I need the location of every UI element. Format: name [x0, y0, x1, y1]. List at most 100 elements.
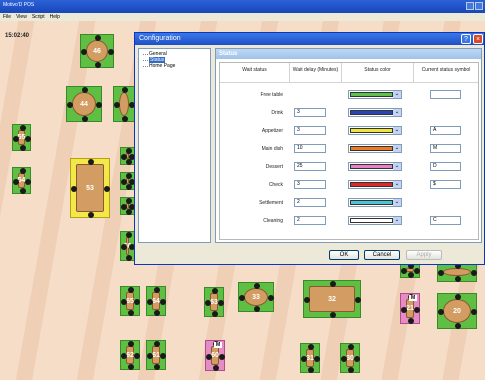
symbol-input[interactable]: M [430, 144, 461, 153]
delay-input[interactable]: 25 [294, 162, 326, 171]
table-53[interactable]: 53 [70, 158, 110, 218]
chair-icon [121, 299, 127, 305]
table-59[interactable] [120, 197, 135, 215]
symbol-input[interactable] [430, 90, 461, 99]
table-20[interactable]: 20 [437, 293, 477, 329]
table-64[interactable]: 64 [146, 286, 166, 316]
symbol-input[interactable]: A [430, 126, 461, 135]
status-label: Dessert [265, 164, 283, 170]
menu-help[interactable]: Help [50, 14, 60, 20]
chevron-down-icon[interactable]: ⌄ [393, 145, 401, 152]
table-46[interactable]: 46 [80, 34, 114, 68]
chair-icon [121, 244, 127, 250]
window-controls [466, 2, 483, 10]
chair-icon [154, 287, 160, 293]
chevron-down-icon[interactable]: ⌄ [393, 163, 401, 170]
color-select[interactable]: ⌄ [348, 180, 402, 189]
table-63[interactable]: 63 [204, 287, 224, 317]
chair-icon [154, 310, 160, 316]
chair-icon [108, 49, 114, 55]
cancel-button[interactable]: Cancel [364, 250, 400, 260]
menu-view[interactable]: View [16, 14, 27, 20]
table-label: 31 [306, 349, 314, 367]
chair-icon [455, 294, 461, 300]
delay-input[interactable]: 3 [294, 108, 326, 117]
color-swatch [350, 128, 393, 133]
color-select[interactable]: ⌄ [348, 198, 402, 207]
chevron-down-icon[interactable]: ⌄ [393, 217, 401, 224]
chevron-down-icon[interactable]: ⌄ [393, 199, 401, 206]
table-54[interactable]: 54 [12, 167, 31, 194]
table-label: 63 [210, 293, 218, 311]
table-58[interactable] [120, 172, 135, 190]
status-badge-21: M [409, 295, 418, 301]
color-select[interactable]: ⌄ [348, 126, 402, 135]
col-header-wait-delay: Wait delay (Minutes) [290, 63, 342, 83]
table-62[interactable]: 62 [120, 340, 140, 370]
chair-icon [125, 255, 132, 261]
table-44[interactable]: 44 [66, 86, 102, 122]
chair-icon [121, 204, 127, 210]
maximize-icon[interactable] [475, 2, 483, 10]
table-label: 53 [76, 164, 104, 212]
delay-input[interactable]: 3 [294, 180, 326, 189]
chair-icon [104, 186, 110, 192]
chair-icon [308, 367, 314, 373]
chevron-down-icon[interactable]: ⌄ [393, 127, 401, 134]
table-23[interactable] [437, 262, 477, 282]
tree-item-home-page[interactable]: Home Page [142, 63, 207, 69]
table-57[interactable] [120, 147, 135, 165]
color-select[interactable]: ⌄ [348, 90, 402, 99]
chevron-down-icon[interactable]: ⌄ [393, 181, 401, 188]
table-33[interactable]: 33 [238, 282, 274, 312]
color-select[interactable]: ⌄ [348, 216, 402, 225]
table-31[interactable]: 31 [300, 343, 320, 373]
minimize-icon[interactable] [466, 2, 474, 10]
table-55[interactable]: 55 [12, 124, 31, 151]
chair-icon [301, 356, 307, 362]
chevron-down-icon[interactable]: ⌄ [393, 91, 401, 98]
configuration-dialog: Configuration ? × General Status Home Pa… [134, 32, 485, 265]
delay-input[interactable]: 2 [294, 216, 326, 225]
menu-file[interactable]: File [3, 14, 11, 20]
chevron-down-icon[interactable]: ⌄ [393, 109, 401, 116]
help-icon[interactable]: ? [461, 34, 471, 44]
table-32[interactable]: 32 [303, 280, 361, 318]
chair-icon [330, 281, 336, 287]
delay-input[interactable]: 2 [294, 198, 326, 207]
chair-icon [268, 295, 274, 301]
table-30[interactable]: 30 [340, 343, 360, 373]
status-row: Main dish 10 ⌄ M [220, 141, 478, 157]
chair-icon [154, 364, 160, 370]
chair-icon [125, 232, 132, 238]
menu-script[interactable]: Script [32, 14, 45, 20]
symbol-input[interactable]: C [430, 216, 461, 225]
color-select[interactable]: ⌄ [348, 108, 402, 117]
color-swatch [350, 200, 393, 205]
delay-input[interactable]: 3 [294, 126, 326, 135]
color-select[interactable]: ⌄ [348, 162, 402, 171]
chair-icon [128, 287, 134, 293]
app-title: Motivo'D POS [3, 2, 35, 8]
apply-button[interactable]: Apply [406, 250, 442, 260]
table-66[interactable]: 66 [120, 231, 135, 261]
table-label: 60 [211, 346, 219, 365]
close-icon[interactable]: × [473, 34, 483, 44]
chair-icon [438, 270, 444, 276]
table-61[interactable]: 61 [146, 340, 166, 370]
color-select[interactable]: ⌄ [348, 144, 402, 153]
table-65[interactable]: 65 [120, 286, 140, 316]
chair-icon [206, 353, 212, 360]
table-label: 30 [346, 349, 354, 367]
ok-button[interactable]: OK [329, 250, 359, 260]
symbol-input[interactable]: $ [430, 180, 461, 189]
chair-icon [160, 353, 166, 359]
table-45[interactable] [113, 86, 135, 122]
status-row: Cleaning 2 ⌄ C [220, 213, 478, 229]
symbol-input[interactable]: D [430, 162, 461, 171]
chair-icon [414, 268, 420, 274]
chair-icon [13, 178, 19, 185]
clock: 15:02:40 [5, 33, 30, 39]
chair-icon [213, 365, 219, 371]
delay-input[interactable]: 10 [294, 144, 326, 153]
